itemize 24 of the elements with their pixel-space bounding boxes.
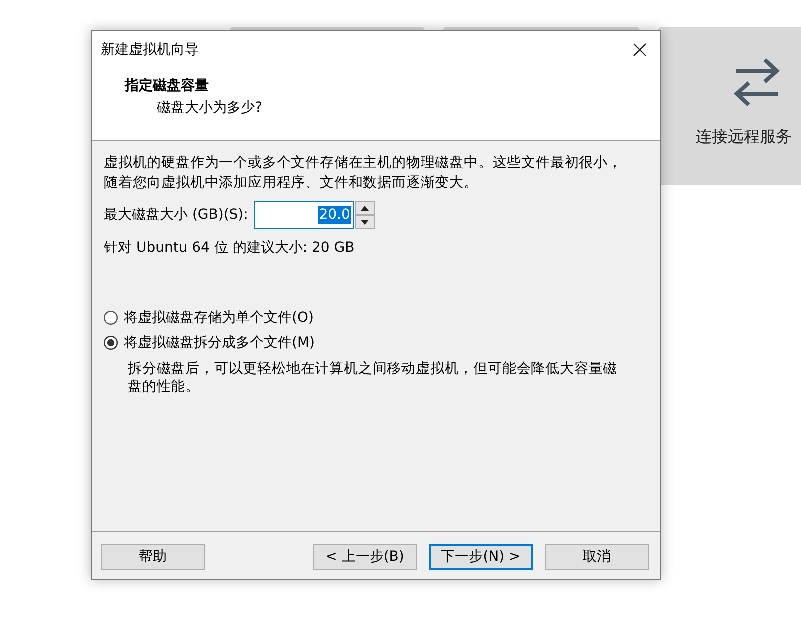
option-label[interactable]: 将虚拟磁盘拆分成多个文件(M) xyxy=(124,334,316,352)
dialog-button[interactable]: 取消 xyxy=(545,544,649,570)
radio-button[interactable] xyxy=(104,336,118,350)
up-triangle-icon xyxy=(361,206,370,210)
connect-card[interactable]: 连接远程服务 xyxy=(658,27,801,185)
swap-arrows-icon xyxy=(734,57,780,107)
window-title: 新建虚拟机向导 xyxy=(101,40,199,58)
dialog-button[interactable]: 下一步(N) > xyxy=(429,544,533,570)
spin-down-button[interactable] xyxy=(355,215,376,229)
description-text: 虚拟机的硬盘作为一个或多个文件存储在主机的物理磁盘中。这些文件最初很小，随着您向虚拟机中添加应用程序、文件和数据而逐渐变大。 xyxy=(104,154,624,193)
spin-up-button[interactable] xyxy=(355,201,376,215)
down-triangle-icon xyxy=(361,220,370,224)
close-icon xyxy=(633,42,647,56)
step-title: 指定磁盘容量 xyxy=(125,77,209,95)
radio-button[interactable] xyxy=(104,311,118,325)
disk-size-field[interactable]: 20.0 xyxy=(254,201,354,229)
option-note: 拆分磁盘后，可以更轻松地在计算机之间移动虚拟机，但可能会降低大容量磁盘的性能。 xyxy=(128,360,619,396)
recommendation-text: 针对 Ubuntu 64 位 的建议大小: 20 GB xyxy=(104,239,355,258)
disk-size-label: 最大磁盘大小 (GB)(S): xyxy=(104,206,248,224)
step-subtitle: 磁盘大小为多少? xyxy=(157,99,262,117)
option-label[interactable]: 将虚拟磁盘存储为单个文件(O) xyxy=(124,309,314,327)
dialog-button[interactable]: < 上一步(B) xyxy=(313,544,417,570)
card-label: 连接远程服务 xyxy=(696,127,792,147)
dialog-button[interactable]: 帮助 xyxy=(101,544,205,570)
